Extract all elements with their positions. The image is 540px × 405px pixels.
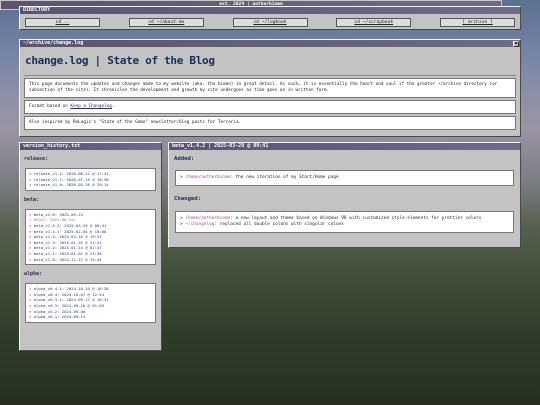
- page-title: change.log | State of the Blog: [25, 54, 215, 67]
- close-icon[interactable]: ×: [513, 40, 519, 47]
- item-text: : the new iteration of my Start/Home pag…: [230, 175, 339, 180]
- version-link[interactable]: > release_v1.0: 2026-05-26 @ 20:14: [29, 182, 152, 188]
- directory-window: DIRECTORY cd .. cd ~/about-me cd ~/logbo…: [19, 6, 521, 30]
- beta-entry-window: beta_v1.4.2 | 2025-03-29 @ 09:41 Added: …: [168, 142, 521, 248]
- added-entry-box: > /home/aetherbiome: the new iteration o…: [175, 170, 514, 186]
- changelog-title: ~/archive/change.log: [23, 40, 84, 46]
- path-text: /home/aetherbiome: [185, 175, 231, 180]
- item-text: : replaced all double colons with singul…: [214, 222, 344, 227]
- format-prefix: Format based on: [29, 104, 71, 109]
- version-history-window: version_history.txt release: > release_v…: [19, 142, 162, 351]
- version-link[interactable]: > alpha_v0.1: 2024-09-14: [29, 314, 152, 320]
- section-label-alpha: alpha:: [24, 271, 43, 278]
- nav-button-logbook[interactable]: cd ~/logbook: [232, 18, 308, 27]
- keep-a-changelog-link[interactable]: Keep a Changelog: [70, 104, 111, 109]
- changelog-window: ~/archive/change.log × change.log | Stat…: [19, 39, 521, 137]
- changelog-titlebar: ~/archive/change.log ×: [20, 40, 520, 47]
- version-history-titlebar: version_history.txt: [20, 143, 161, 150]
- nav-button-scrapbook[interactable]: cd ~/scrapbook: [336, 18, 412, 27]
- changed-heading: Changed:: [174, 196, 201, 202]
- release-list: > release_v1.2: 2026-08-12 @ 17:41 > rel…: [25, 168, 156, 191]
- path-text: ~/changelog: [185, 222, 215, 227]
- alpha-list: > alpha_v0.4.1: 2024-10-10 @ 16:38 > alp…: [25, 283, 156, 323]
- format-note: Format based on Keep a Changelog.: [24, 100, 516, 114]
- beta-list: > beta_v2.0: 2025-09-24 > RESET: 2025-06…: [25, 208, 156, 266]
- directory-nav: cd .. cd ~/about-me cd ~/logbook cd ~/sc…: [20, 14, 520, 27]
- divider: [24, 75, 516, 76]
- directory-titlebar: DIRECTORY: [20, 7, 520, 14]
- section-label-beta: beta:: [24, 196, 40, 203]
- nav-button-archive[interactable]: [ archive ]: [440, 18, 515, 27]
- format-suffix: .: [111, 104, 115, 109]
- path-text: /home/aetherbiome: [185, 216, 231, 221]
- version-link[interactable]: > beta_v1.0: 2024-12-22 @ 15:44: [29, 257, 152, 263]
- added-item: > /home/aetherbiome: the new iteration o…: [180, 175, 509, 181]
- added-heading: Added:: [174, 156, 195, 162]
- nav-button-about-me[interactable]: cd ~/about-me: [128, 18, 204, 27]
- beta-entry-titlebar: beta_v1.4.2 | 2025-03-29 @ 09:41: [169, 143, 520, 150]
- nav-button-cd-up[interactable]: cd ..: [25, 18, 100, 27]
- section-label-release: release:: [24, 156, 49, 162]
- item-text: : a new layout and theme based on Window…: [230, 216, 482, 221]
- changed-entry-box: > /home/aetherbiome: a new layout and th…: [175, 211, 514, 233]
- changed-item: > ~/changelog: replaced all double colon…: [180, 222, 509, 228]
- intro-text: This page documents the updates and chan…: [24, 78, 516, 98]
- inspiration-note: Also inspired by ReLogic's "State of the…: [24, 116, 516, 130]
